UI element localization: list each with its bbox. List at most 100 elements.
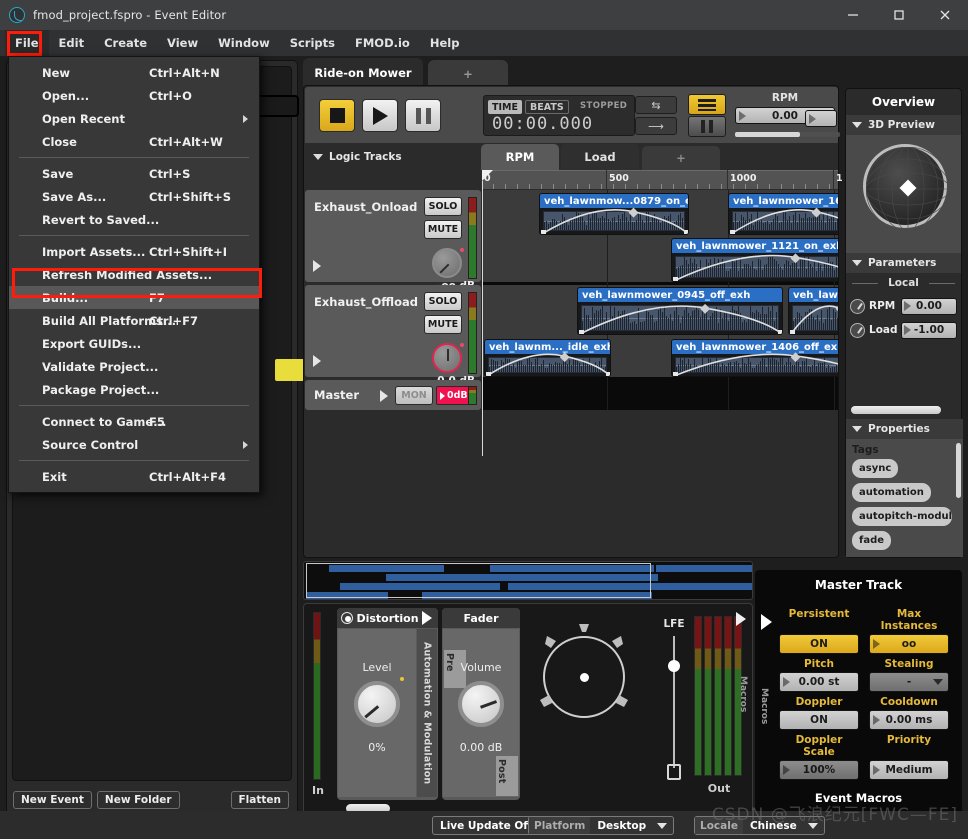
- mt-field-stealing[interactable]: -: [869, 672, 949, 692]
- 3d-preview[interactable]: [846, 135, 961, 253]
- mt-field-doppler-scale[interactable]: 100%: [779, 760, 859, 780]
- track-volume-knob[interactable]: [432, 248, 464, 278]
- parameter-row-load[interactable]: Load -1.00: [846, 319, 961, 341]
- new-event-button[interactable]: New Event: [13, 791, 92, 809]
- section-3d-preview[interactable]: 3D Preview: [846, 115, 961, 135]
- stop-button[interactable]: [319, 99, 355, 132]
- section-properties[interactable]: Properties: [846, 419, 963, 439]
- menu-item-source-control[interactable]: Source Control: [9, 433, 259, 456]
- pause-view-icon[interactable]: [688, 116, 726, 137]
- menu-item-revert-to-saved[interactable]: Revert to Saved...: [9, 208, 259, 231]
- menu-item-build[interactable]: Build... F7: [9, 286, 259, 309]
- mixer-expand-icon[interactable]: [736, 612, 746, 626]
- menu-item-new[interactable]: New Ctrl+Alt+N: [9, 61, 259, 84]
- mute-button[interactable]: MUTE: [424, 315, 462, 334]
- monitor-button[interactable]: MON: [395, 386, 433, 405]
- live-update-button[interactable]: Live Update Off: [432, 816, 540, 835]
- parameter-value-field[interactable]: 0.00: [901, 297, 957, 315]
- track-header-exhaust-offload[interactable]: Exhaust_Offload SOLO MUTE 0.0 dB: [305, 285, 481, 387]
- timeline-ruler[interactable]: 0 500 1000 1: [481, 170, 843, 189]
- audio-clip[interactable]: veh_lawnmow...0879_on_exh: [539, 193, 689, 235]
- menu-item-export-guids[interactable]: Export GUIDs...: [9, 332, 259, 355]
- clip-automation-curve[interactable]: [578, 288, 782, 334]
- parameter-row-rpm[interactable]: RPM 0.00: [846, 295, 961, 317]
- automation-strip[interactable]: Automation & Modulation: [417, 629, 437, 797]
- track-volume-knob[interactable]: [432, 343, 464, 373]
- menu-item-open-recent[interactable]: Open Recent: [9, 107, 259, 130]
- tag-chip[interactable]: fade: [852, 531, 892, 550]
- event-tab-active[interactable]: Ride-on Mower: [303, 58, 423, 87]
- parameter-tab-add[interactable]: +: [642, 146, 720, 170]
- menu-item-save-as[interactable]: Save As... Ctrl+Shift+S: [9, 185, 259, 208]
- effect-param-knob[interactable]: [354, 681, 400, 727]
- power-icon[interactable]: [341, 612, 353, 624]
- mt-field-persistent[interactable]: ON: [779, 634, 859, 654]
- track-expand-icon[interactable]: [313, 355, 321, 367]
- fader-volume-knob[interactable]: [458, 681, 504, 727]
- menu-item-package-project[interactable]: Package Project...: [9, 378, 259, 401]
- flatten-button[interactable]: Flatten: [230, 791, 289, 809]
- menu-item-open[interactable]: Open... Ctrl+O: [9, 84, 259, 107]
- audio-clip[interactable]: veh_lawnmower_1121_on_exh: [671, 238, 838, 282]
- menu-item-exit[interactable]: Exit Ctrl+Alt+F4: [9, 465, 259, 488]
- audio-clip[interactable]: veh_lawnmower_1406_off_exh: [671, 339, 838, 377]
- lfe-lock-icon[interactable]: [667, 764, 681, 780]
- menu-fmod-io[interactable]: FMOD.io: [345, 30, 420, 56]
- time-mode-button[interactable]: TIME: [488, 100, 522, 114]
- surround-panner[interactable]: [529, 622, 639, 732]
- master-expand-icon[interactable]: [380, 390, 388, 402]
- menu-window[interactable]: Window: [208, 30, 280, 56]
- track-header-exhaust-onload[interactable]: Exhaust_Onload SOLO MUTE -oo dB: [305, 190, 481, 292]
- play-icon[interactable]: [422, 611, 432, 625]
- parameter-value-field[interactable]: -1.00: [901, 321, 957, 339]
- mt-field-doppler[interactable]: ON: [779, 710, 859, 730]
- master-track-expand-icon[interactable]: [761, 614, 772, 630]
- tag-chip[interactable]: automation: [852, 483, 931, 502]
- effect-module-distortion[interactable]: Distortion Level 0% Automation & Modulat…: [337, 608, 438, 800]
- section-parameters[interactable]: Parameters: [846, 253, 961, 273]
- menu-view[interactable]: View: [157, 30, 208, 56]
- pause-button[interactable]: [405, 99, 441, 132]
- event-tab-add[interactable]: +: [428, 60, 508, 87]
- timeline-clip-area[interactable]: veh_lawnmow...0879_on_exhveh_lawnmower_1…: [482, 190, 838, 410]
- list-view-icon[interactable]: [688, 94, 726, 115]
- menu-item-save[interactable]: Save Ctrl+S: [9, 162, 259, 185]
- platform-selector[interactable]: Platform Desktop: [528, 816, 675, 835]
- menu-help[interactable]: Help: [420, 30, 470, 56]
- tag-chip[interactable]: async: [852, 459, 899, 478]
- menu-edit[interactable]: Edit: [49, 30, 95, 56]
- clip-automation-curve[interactable]: [789, 288, 838, 334]
- menu-item-close[interactable]: Close Ctrl+Alt+W: [9, 130, 259, 153]
- close-icon[interactable]: [922, 0, 968, 30]
- play-button[interactable]: [362, 99, 398, 132]
- audio-clip[interactable]: veh_lawnm..._idle_exh: [484, 339, 611, 377]
- parameter-tab-load[interactable]: Load: [561, 144, 639, 170]
- parameter-tab-rpm[interactable]: RPM: [481, 144, 559, 170]
- clip-automation-curve[interactable]: [540, 194, 688, 234]
- minimap-viewport[interactable]: [306, 563, 651, 598]
- solo-button[interactable]: SOLO: [424, 197, 462, 216]
- beats-mode-button[interactable]: BEATS: [525, 100, 569, 114]
- menu-file[interactable]: File: [5, 30, 49, 56]
- parameter-knob-icon[interactable]: [850, 322, 865, 338]
- solo-button[interactable]: SOLO: [424, 292, 462, 311]
- menu-item-build-all-platforms[interactable]: Build All Platforms... Ctrl+F7: [9, 309, 259, 332]
- clip-automation-curve[interactable]: [485, 340, 610, 376]
- menu-create[interactable]: Create: [94, 30, 157, 56]
- deck-parameter-secondary[interactable]: [805, 110, 837, 127]
- audio-clip[interactable]: veh_lawnmower_1604: [728, 193, 838, 235]
- minimize-icon[interactable]: [830, 0, 876, 30]
- tag-chip[interactable]: autopitch-modula: [852, 507, 952, 526]
- mt-field-cooldown[interactable]: 0.00 ms: [869, 710, 949, 730]
- clip-automation-curve[interactable]: [672, 340, 838, 376]
- arrow-right-icon[interactable]: ⟶: [635, 117, 677, 135]
- menu-item-import-assets[interactable]: Import Assets... Ctrl+Shift+I: [9, 240, 259, 263]
- menu-item-refresh-modified-assets[interactable]: Refresh Modified Assets...: [9, 263, 259, 286]
- tags-scrollbar[interactable]: [956, 443, 961, 498]
- menu-item-connect-to-game[interactable]: Connect to Game... F5: [9, 410, 259, 433]
- lfe-slider-handle[interactable]: [668, 660, 680, 672]
- master-track-row[interactable]: Master MON 0dB: [305, 380, 481, 410]
- track-expand-icon[interactable]: [313, 260, 321, 272]
- timeline-overview-minimap[interactable]: [303, 561, 753, 600]
- parameter-knob-icon[interactable]: [850, 298, 865, 314]
